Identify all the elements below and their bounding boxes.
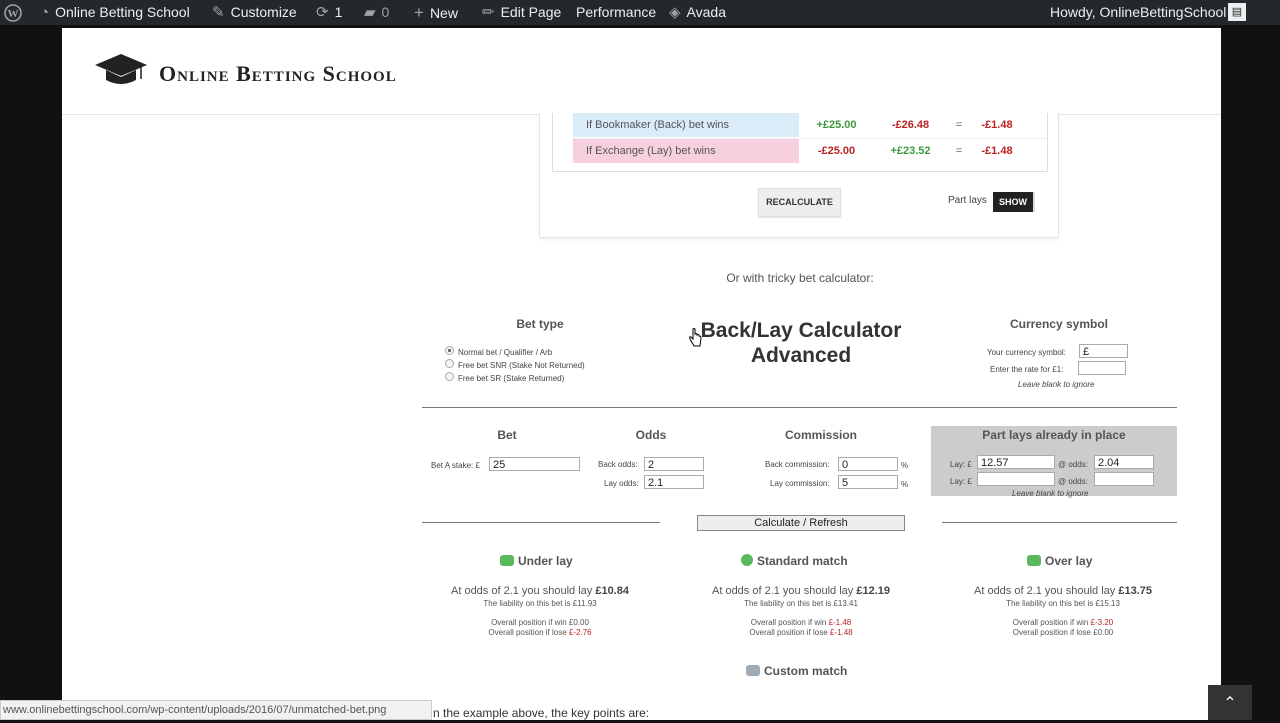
standard-match-liability: The liability on this bet is £13.41 xyxy=(744,599,858,608)
commission-heading: Commission xyxy=(784,428,857,442)
leave-blank-hint: Leave blank to ignore xyxy=(1018,380,1095,389)
customize-link[interactable]: ✎ Customize xyxy=(212,0,297,25)
bet-type-sr-radio[interactable] xyxy=(445,372,454,381)
back-commission-input[interactable]: 0 xyxy=(838,457,898,471)
my-account-link[interactable]: Howdy, OnlineBettingSchool xyxy=(1050,0,1226,25)
bet-a-label: Bet A stake: £ xyxy=(431,461,480,470)
part-lays-heading: Part lays already in place xyxy=(982,428,1126,442)
avada-icon: ◈ xyxy=(669,4,681,21)
part-lays-hint: Leave blank to ignore xyxy=(1012,489,1089,498)
status-bar-url: www.onlinebettingschool.com/wp-content/u… xyxy=(0,700,432,720)
recalculate-button[interactable]: RECALCULATE xyxy=(758,188,841,217)
svg-text:W: W xyxy=(8,8,19,20)
refresh-icon xyxy=(741,554,753,566)
bet-type-heading: Bet type xyxy=(516,317,564,331)
under-lay-result: At odds of 2.1 you should lay £10.84 xyxy=(451,585,629,597)
back-odds-label: Back odds: xyxy=(598,460,638,469)
brush-icon: ✎ xyxy=(212,4,225,21)
at-odds-label: @ odds: xyxy=(1058,477,1088,486)
new-content-link[interactable]: + New xyxy=(414,0,458,25)
refresh-icon: ⟳ xyxy=(316,4,329,21)
performance-link[interactable]: Performance xyxy=(576,0,656,25)
lay-odds-label: Lay odds: xyxy=(604,479,639,488)
site-name-link[interactable]: ◔ Online Betting School xyxy=(40,0,190,25)
lay-commission-label: Lay commission: xyxy=(770,479,830,488)
standard-match-heading: Standard match xyxy=(741,554,848,568)
over-lay-result: At odds of 2.1 you should lay £13.75 xyxy=(974,585,1152,597)
bet-heading: Bet xyxy=(497,428,517,442)
site-header: Online Betting School xyxy=(62,28,1221,115)
bet-a-stake-input[interactable]: 25 xyxy=(489,457,580,471)
bet-type-snr-radio[interactable] xyxy=(445,359,454,368)
custom-match-heading[interactable]: Custom match xyxy=(746,664,847,678)
pencil-icon: ✏ xyxy=(482,4,495,21)
comments-link[interactable]: ▰ 0 xyxy=(364,0,389,25)
calculate-refresh-button[interactable]: Calculate / Refresh xyxy=(697,515,905,531)
standard-match-result: At odds of 2.1 you should lay £12.19 xyxy=(712,585,890,597)
currency-heading: Currency symbol xyxy=(1009,317,1109,331)
dashboard-icon: ◔ xyxy=(40,4,50,21)
avada-link[interactable]: ◈ Avada xyxy=(669,0,726,25)
table-row: If Exchange (Lay) bet wins -£25.00 +£23.… xyxy=(573,138,1047,163)
part-lay-1-amount-input[interactable]: 12.57 xyxy=(977,455,1055,469)
lay-amount-label: Lay: £ xyxy=(950,460,972,469)
updates-link[interactable]: ⟳ 1 xyxy=(316,0,342,25)
lay-odds-input[interactable]: 2.1 xyxy=(644,475,704,489)
over-lay-heading: Over lay xyxy=(1027,554,1092,568)
wordpress-logo-icon[interactable]: W xyxy=(4,0,22,25)
site-logo-text[interactable]: Online Betting School xyxy=(159,61,397,87)
under-lay-heading: Under lay xyxy=(500,554,573,568)
advanced-calculator-title: Back/Lay Calculator Advanced xyxy=(700,319,902,367)
graduation-cap-icon[interactable] xyxy=(94,52,148,86)
percent-label: % xyxy=(901,480,909,489)
standard-match-positions: Overall position if win £-1.48 Overall p… xyxy=(749,618,853,637)
bet-type-normal-label: Normal bet / Qualifier / Arb xyxy=(458,348,553,357)
bet-type-normal-radio[interactable] xyxy=(445,346,454,355)
back-commission-label: Back commission: xyxy=(765,460,830,469)
over-lay-liability: The liability on this bet is £15.13 xyxy=(1006,599,1120,608)
scroll-to-top-button[interactable]: ⌃ xyxy=(1208,685,1252,720)
part-lay-2-amount-input[interactable] xyxy=(977,472,1055,486)
lay-amount-label: Lay: £ xyxy=(950,477,972,486)
part-lay-2-odds-input[interactable] xyxy=(1094,472,1154,486)
under-lay-liability: The liability on this bet is £11.93 xyxy=(483,599,597,608)
over-lay-positions: Overall position if win £-3.20 Overall p… xyxy=(1012,618,1114,637)
table-row: If Bookmaker (Back) bet wins +£25.00 -£2… xyxy=(573,113,1047,137)
rate-input[interactable] xyxy=(1078,361,1126,375)
plus-icon: + xyxy=(414,3,424,22)
back-odds-input[interactable]: 2 xyxy=(644,457,704,471)
under-lay-positions: Overall position if win £0.00 Overall po… xyxy=(488,618,592,637)
wp-admin-bar: W ◔ Online Betting School ✎ Customize ⟳ 1 ▰… xyxy=(0,0,1280,25)
currency-label: Your currency symbol: xyxy=(987,348,1066,357)
bet-type-sr-label: Free bet SR (Stake Returned) xyxy=(458,374,565,383)
chevron-up-icon: ⌃ xyxy=(1223,695,1237,712)
avatar[interactable]: ▤ xyxy=(1228,3,1246,21)
tricky-bet-intro: Or with tricky bet calculator: xyxy=(726,271,874,285)
rate-label: Enter the rate for £1: xyxy=(990,365,1064,374)
back-lay-calculator-basic: If Bookmaker (Back) bet wins +£25.00 -£2… xyxy=(539,113,1059,238)
part-lays-label: Part lays xyxy=(948,195,987,206)
divider xyxy=(422,522,660,523)
divider xyxy=(942,522,1177,523)
bet-type-snr-label: Free bet SNR (Stake Not Returned) xyxy=(458,361,585,370)
comment-icon: ▰ xyxy=(364,4,376,21)
divider xyxy=(422,407,1177,408)
key-points-text: n the example above, the key points are: xyxy=(433,706,650,720)
part-lay-1-odds-input[interactable]: 2.04 xyxy=(1094,455,1154,469)
results-table: If Bookmaker (Back) bet wins +£25.00 -£2… xyxy=(552,113,1048,172)
edit-page-link[interactable]: ✏ Edit Page xyxy=(482,0,561,25)
lay-commission-input[interactable]: 5 xyxy=(838,475,898,489)
arrow-down-icon xyxy=(500,555,514,566)
percent-label: % xyxy=(901,461,909,470)
hand-cursor-icon xyxy=(689,328,702,347)
tag-icon xyxy=(746,665,760,676)
odds-heading: Odds xyxy=(635,428,667,442)
show-part-lays-button[interactable]: SHOW xyxy=(993,192,1035,212)
at-odds-label: @ odds: xyxy=(1058,460,1088,469)
currency-input[interactable]: £ xyxy=(1079,344,1128,358)
arrow-up-icon xyxy=(1027,555,1041,566)
